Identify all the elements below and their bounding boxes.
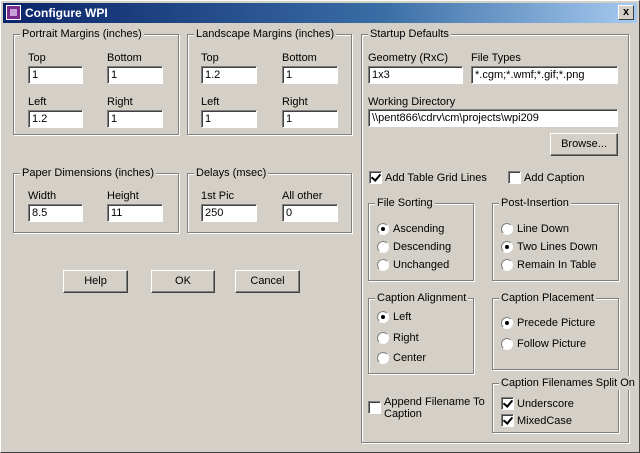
portrait-right-field[interactable]: 1 bbox=[107, 110, 163, 128]
line-down-radio[interactable] bbox=[501, 223, 513, 235]
landscape-bottom-label: Bottom bbox=[282, 52, 317, 64]
align-right-radio[interactable] bbox=[377, 332, 389, 344]
portrait-top-field[interactable]: 1 bbox=[28, 66, 83, 84]
close-icon: x bbox=[622, 6, 630, 18]
portrait-margins-title: Portrait Margins (inches) bbox=[20, 27, 144, 41]
title-bar[interactable]: Configure WPI x bbox=[3, 3, 637, 23]
portrait-bottom-label: Bottom bbox=[107, 52, 142, 64]
delay-other-field[interactable]: 0 bbox=[282, 204, 338, 222]
startup-defaults-group: Startup Defaults Geometry (RxC) File Typ… bbox=[361, 27, 637, 443]
remain-in-table-label[interactable]: Remain In Table bbox=[517, 259, 596, 272]
file-types-label: File Types bbox=[471, 52, 521, 64]
landscape-left-field[interactable]: 1 bbox=[201, 110, 257, 128]
caption-split-title: Caption Filenames Split On bbox=[499, 376, 637, 390]
paper-width-label: Width bbox=[28, 190, 57, 202]
delay-other-label: All other bbox=[282, 190, 323, 202]
follow-picture-label[interactable]: Follow Picture bbox=[517, 338, 586, 351]
landscape-margins-group: Landscape Margins (inches) Top Bottom 1.… bbox=[187, 27, 352, 135]
align-center-label[interactable]: Center bbox=[393, 352, 426, 365]
underscore-label[interactable]: Underscore bbox=[517, 398, 574, 411]
align-left-label[interactable]: Left bbox=[393, 311, 411, 324]
caption-alignment-group: Caption Alignment Left Right Center bbox=[368, 291, 474, 374]
two-lines-down-radio[interactable] bbox=[501, 241, 513, 253]
mixedcase-label[interactable]: MixedCase bbox=[517, 415, 572, 428]
landscape-left-label: Left bbox=[201, 96, 220, 108]
append-filename-checkbox[interactable] bbox=[368, 401, 381, 414]
browse-button[interactable]: Browse... bbox=[550, 133, 618, 156]
paper-height-field[interactable]: 11 bbox=[107, 204, 163, 222]
portrait-margins-group: Portrait Margins (inches) Top Bottom 1 1… bbox=[13, 27, 179, 135]
file-types-field[interactable]: *.cgm;*.wmf;*.gif;*.png bbox=[471, 66, 618, 84]
precede-picture-label[interactable]: Precede Picture bbox=[517, 317, 595, 330]
help-button[interactable]: Help bbox=[63, 270, 128, 293]
delay-first-field[interactable]: 250 bbox=[201, 204, 257, 222]
portrait-left-field[interactable]: 1.2 bbox=[28, 110, 83, 128]
portrait-bottom-field[interactable]: 1 bbox=[107, 66, 163, 84]
mixedcase-checkbox[interactable] bbox=[501, 414, 514, 427]
two-lines-down-label[interactable]: Two Lines Down bbox=[517, 241, 598, 254]
paper-dimensions-title: Paper Dimensions (inches) bbox=[20, 166, 157, 180]
ok-button[interactable]: OK bbox=[151, 270, 215, 293]
landscape-margins-title: Landscape Margins (inches) bbox=[194, 27, 337, 41]
add-caption-checkbox[interactable] bbox=[508, 171, 521, 184]
sort-ascending-label[interactable]: Ascending bbox=[393, 223, 444, 236]
append-filename-label-line2[interactable]: Caption bbox=[384, 408, 422, 421]
geometry-label: Geometry (RxC) bbox=[368, 52, 449, 64]
window-title: Configure WPI bbox=[25, 6, 108, 20]
align-center-radio[interactable] bbox=[377, 352, 389, 364]
landscape-right-field[interactable]: 1 bbox=[282, 110, 338, 128]
caption-split-group: Caption Filenames Split On Underscore Mi… bbox=[492, 376, 637, 433]
add-table-grid-lines-checkbox[interactable] bbox=[369, 171, 382, 184]
delays-title: Delays (msec) bbox=[194, 166, 269, 180]
paper-height-label: Height bbox=[107, 190, 139, 202]
cancel-button[interactable]: Cancel bbox=[235, 270, 300, 293]
paper-dimensions-group: Paper Dimensions (inches) Width Height 8… bbox=[13, 166, 179, 233]
working-directory-label: Working Directory bbox=[368, 96, 456, 108]
follow-picture-radio[interactable] bbox=[501, 338, 513, 350]
sort-unchanged-radio[interactable] bbox=[377, 259, 389, 271]
close-button[interactable]: x bbox=[618, 5, 634, 20]
add-table-grid-lines-label[interactable]: Add Table Grid Lines bbox=[385, 172, 487, 185]
geometry-field[interactable]: 1x3 bbox=[368, 66, 463, 84]
align-left-radio[interactable] bbox=[377, 311, 389, 323]
caption-alignment-title: Caption Alignment bbox=[375, 291, 469, 305]
remain-in-table-radio[interactable] bbox=[501, 259, 513, 271]
file-sorting-title: File Sorting bbox=[375, 196, 435, 210]
underscore-checkbox[interactable] bbox=[501, 397, 514, 410]
post-insertion-title: Post-Insertion bbox=[499, 196, 571, 210]
sort-unchanged-label[interactable]: Unchanged bbox=[393, 259, 449, 272]
landscape-bottom-field[interactable]: 1 bbox=[282, 66, 338, 84]
caption-placement-group: Caption Placement Precede Picture Follow… bbox=[492, 291, 619, 370]
paper-width-field[interactable]: 8.5 bbox=[28, 204, 83, 222]
portrait-top-label: Top bbox=[28, 52, 46, 64]
configure-wpi-dialog: Configure WPI x Portrait Margins (inches… bbox=[0, 0, 640, 453]
portrait-right-label: Right bbox=[107, 96, 133, 108]
startup-defaults-title: Startup Defaults bbox=[368, 27, 451, 41]
precede-picture-radio[interactable] bbox=[501, 317, 513, 329]
file-sorting-group: File Sorting Ascending Descending Unchan… bbox=[368, 196, 474, 281]
post-insertion-group: Post-Insertion Line Down Two Lines Down … bbox=[492, 196, 619, 281]
delay-first-label: 1st Pic bbox=[201, 190, 235, 202]
landscape-right-label: Right bbox=[282, 96, 308, 108]
add-caption-label[interactable]: Add Caption bbox=[524, 172, 585, 185]
line-down-label[interactable]: Line Down bbox=[517, 223, 569, 236]
portrait-left-label: Left bbox=[28, 96, 47, 108]
working-directory-field[interactable]: \\pent866\cdrv\cm\projects\wpi209 bbox=[368, 109, 618, 127]
sort-ascending-radio[interactable] bbox=[377, 223, 389, 235]
app-icon bbox=[6, 5, 21, 20]
sort-descending-radio[interactable] bbox=[377, 241, 389, 253]
sort-descending-label[interactable]: Descending bbox=[393, 241, 451, 254]
delays-group: Delays (msec) 1st Pic All other 250 0 bbox=[187, 166, 352, 233]
landscape-top-field[interactable]: 1.2 bbox=[201, 66, 257, 84]
landscape-top-label: Top bbox=[201, 52, 219, 64]
align-right-label[interactable]: Right bbox=[393, 332, 419, 345]
caption-placement-title: Caption Placement bbox=[499, 291, 596, 305]
